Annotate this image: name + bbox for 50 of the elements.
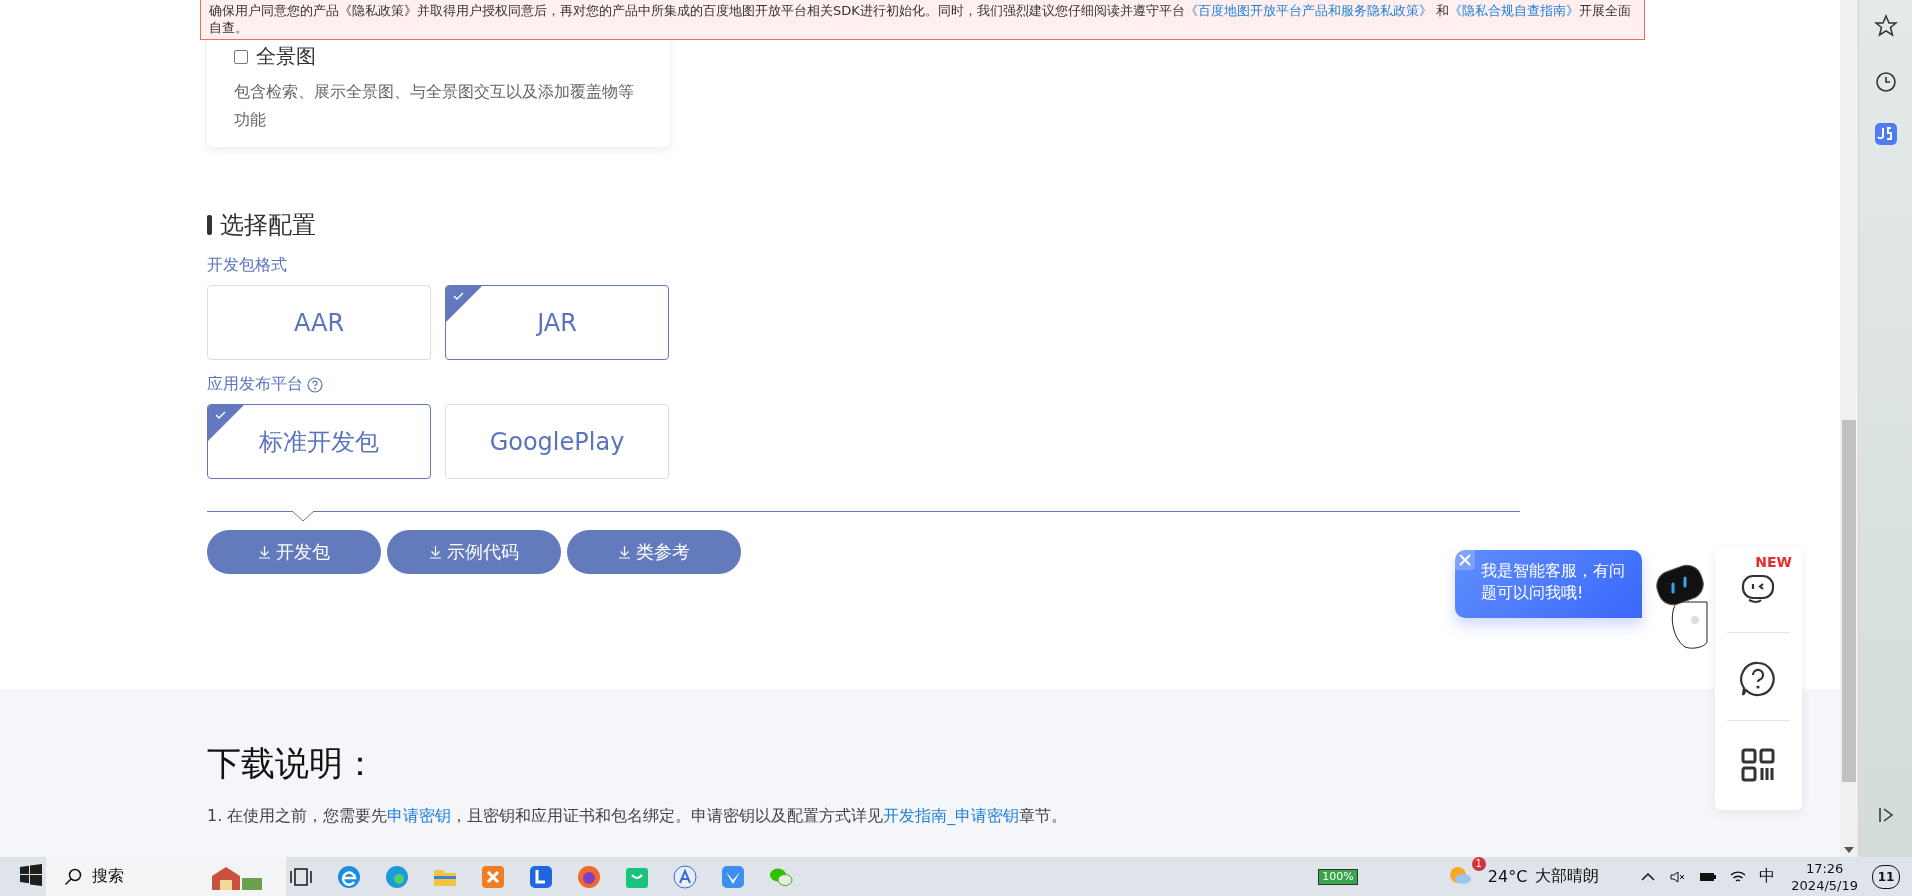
instruction-line: 1. 在使用之前，您需要先申请密钥，且密钥和应用证书和包名绑定。申请密钥以及配置方式详见开发指南_申请密钥章节。 — [207, 805, 1069, 827]
notice-link[interactable]: 《百度地图开放平台产品和服务隐私政策》 — [1184, 3, 1432, 18]
link[interactable]: 申请密钥 — [387, 806, 452, 825]
heading-marker — [207, 215, 212, 235]
option-group-label: 开发包格式 — [207, 255, 287, 276]
input-method-indicator[interactable]: 中 — [1759, 866, 1776, 887]
favorites-star-icon[interactable] — [1874, 14, 1898, 38]
app-icon[interactable] — [480, 863, 506, 890]
scroll-down-icon[interactable] — [1844, 847, 1854, 853]
clock-icon[interactable] — [1874, 70, 1898, 94]
notification-count[interactable]: 11 — [1872, 864, 1900, 889]
battery-indicator[interactable]: 100% — [1318, 868, 1358, 885]
download-button[interactable]: 开发包 — [207, 530, 381, 574]
close-button[interactable] — [1455, 550, 1475, 570]
search-field[interactable]: 搜索 — [46, 857, 286, 896]
search-placeholder: 搜索 — [92, 866, 124, 887]
notice-link[interactable]: 《隐私合规自查指南》 — [1448, 3, 1579, 18]
app-icon[interactable] — [576, 863, 602, 890]
privacy-notice: 确保用户同意您的产品《隐私政策》并取得用户授权同意后，再对您的产品中所集成的百度地图开放平台相关SDK进行初始化。同时，我们强烈建议您仔细阅读并遵守平台《百度地图开放平台产品和服务隐私政策》 和《隐私合规自查指南》开展全面自查。 — [200, 0, 1645, 40]
temperature-text: 24°C — [1487, 867, 1528, 886]
section-heading: 下载说明： — [207, 742, 377, 785]
search-icon — [64, 867, 82, 886]
corner-check-icon — [446, 286, 482, 322]
option-tile[interactable]: AAR — [207, 285, 431, 360]
extension-icon[interactable] — [1874, 122, 1898, 146]
link[interactable]: 开发指南_申请密钥 — [883, 806, 1020, 825]
clock[interactable]: 17:26 2024/5/19 — [1791, 859, 1858, 894]
app-icon[interactable] — [720, 863, 746, 890]
option-tile[interactable]: 标准开发包 — [207, 404, 431, 479]
weather-text: 大部晴朗 — [1535, 866, 1600, 887]
download-button[interactable]: 示例代码 — [387, 530, 561, 574]
start-icon[interactable] — [20, 863, 42, 886]
section-heading: 选择配置 — [220, 210, 316, 241]
option-group-label: 应用发布平台 — [207, 374, 303, 395]
feature-title: 全景图 — [256, 43, 316, 70]
download-icon — [429, 545, 442, 559]
download-icon — [258, 545, 271, 559]
chat-bubble: 我是智能客服，有问题可以问我哦! — [1455, 550, 1642, 618]
download-button[interactable]: 类参考 — [567, 530, 741, 574]
app-icon[interactable] — [336, 863, 362, 890]
option-tile[interactable]: JAR — [445, 285, 669, 360]
new-label: NEW — [1755, 554, 1792, 570]
corner-check-icon — [208, 405, 244, 441]
app-icon[interactable] — [528, 863, 554, 890]
download-icon — [618, 545, 631, 559]
app-icon[interactable] — [672, 863, 698, 890]
feature-description: 包含检索、展示全景图、与全景图交互以及添加覆盖物等功能 — [234, 81, 635, 131]
scrollbar-thumb[interactable] — [1842, 420, 1856, 782]
checkbox[interactable] — [234, 49, 248, 64]
option-tile[interactable]: GooglePlay — [445, 404, 669, 479]
